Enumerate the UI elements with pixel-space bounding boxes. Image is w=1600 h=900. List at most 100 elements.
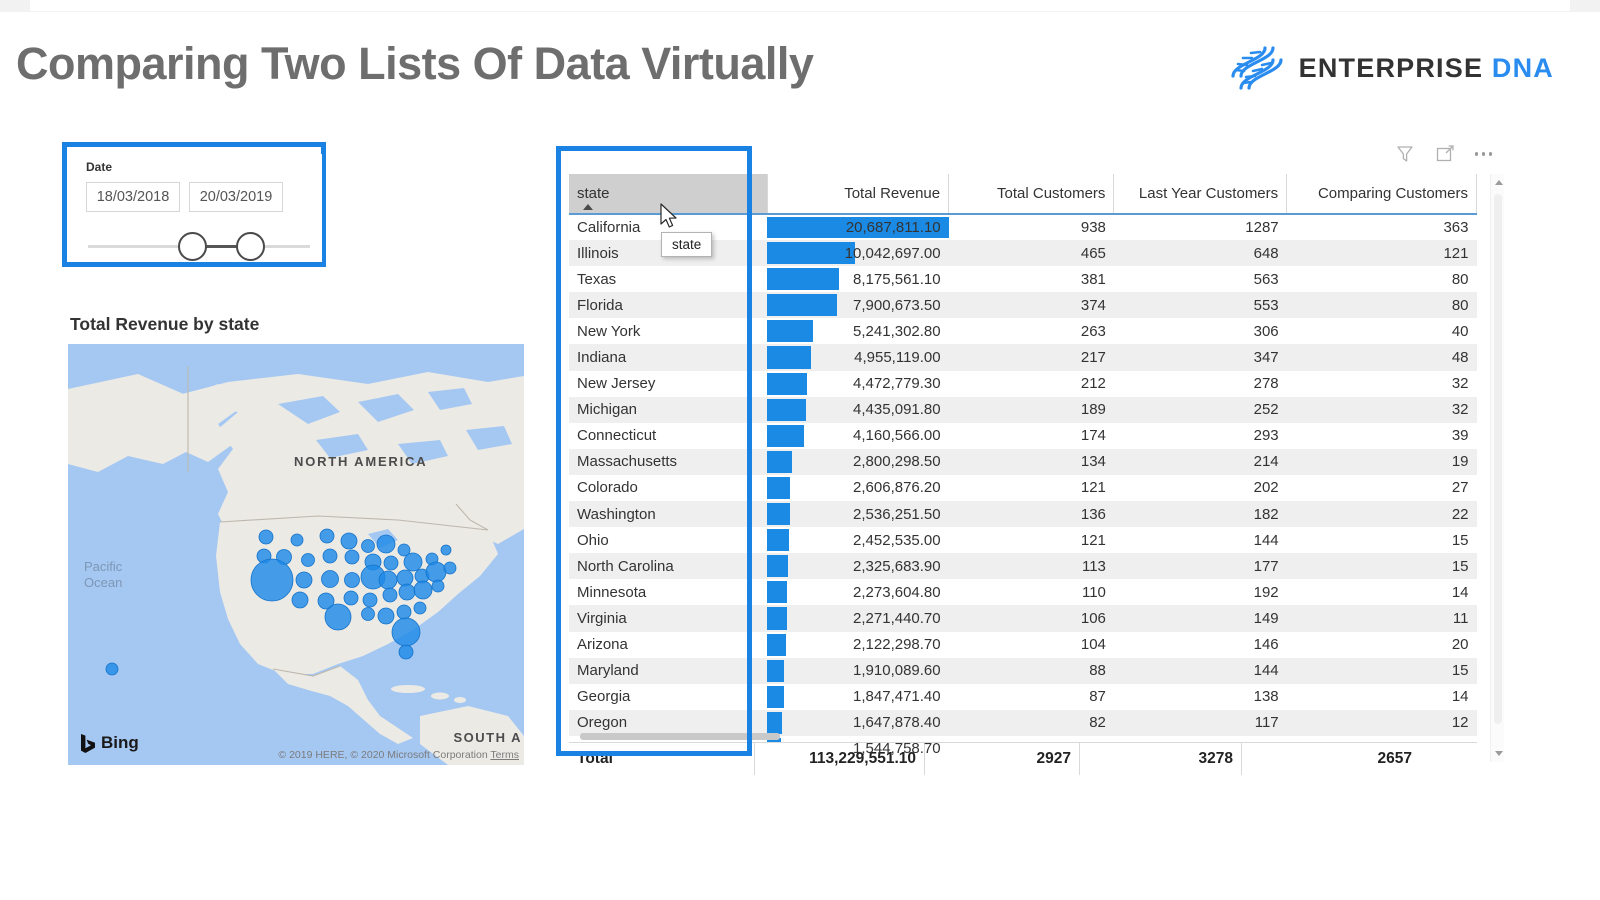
cell-total-revenue[interactable]: 2,122,298.70	[767, 632, 948, 658]
table-row[interactable]: Colorado 2,606,876.20 121 202 27	[569, 474, 1477, 502]
cell-last-year-customers[interactable]: 563	[1114, 266, 1287, 292]
table-row[interactable]: Arizona 2,122,298.70 104 146 20	[569, 631, 1477, 658]
cell-total-customers[interactable]: 136	[949, 501, 1114, 527]
table-row[interactable]: Florida 7,900,673.50 374 553 80	[569, 292, 1477, 319]
slider-handle-left[interactable]	[178, 232, 207, 261]
column-header-total-revenue[interactable]: Total Revenue	[767, 174, 950, 215]
cell-total-revenue[interactable]: 2,452,535.00	[767, 527, 948, 553]
cell-total-revenue[interactable]: 2,325,683.90	[767, 553, 948, 579]
cell-comparing-customers[interactable]: 80	[1287, 292, 1477, 318]
cell-comparing-customers[interactable]: 40	[1287, 318, 1477, 344]
table-row[interactable]: Massachusetts 2,800,298.50 134 214 19	[569, 448, 1477, 475]
cell-total-customers[interactable]: 113	[949, 553, 1114, 579]
table-row[interactable]: Oregon 1,647,878.40 82 117 12	[569, 709, 1477, 736]
cell-comparing-customers[interactable]: 80	[1287, 266, 1477, 292]
cell-state[interactable]: Maryland	[569, 658, 767, 684]
table-row[interactable]: Georgia 1,847,471.40 87 138 14	[569, 683, 1477, 710]
more-options-icon[interactable]	[1474, 144, 1492, 164]
cell-last-year-customers[interactable]: 553	[1114, 292, 1287, 318]
cell-last-year-customers[interactable]: 347	[1114, 344, 1287, 370]
cell-total-customers[interactable]: 174	[949, 423, 1114, 449]
table-row[interactable]: North Carolina 2,325,683.90 113 177 15	[569, 553, 1477, 580]
cell-total-customers[interactable]: 121	[949, 475, 1114, 501]
cell-comparing-customers[interactable]: 39	[1287, 423, 1477, 449]
cell-comparing-customers[interactable]: 12	[1287, 710, 1477, 736]
cell-state[interactable]: Virginia	[569, 605, 767, 631]
slider-handle-right[interactable]	[236, 232, 265, 261]
cell-state[interactable]: Georgia	[569, 684, 767, 710]
table-horizontal-scrollbar[interactable]	[580, 733, 780, 740]
cell-total-customers[interactable]: 263	[949, 318, 1114, 344]
cell-total-revenue[interactable]: 5,241,302.80	[767, 318, 948, 344]
cell-total-customers[interactable]: 217	[949, 344, 1114, 370]
cell-state[interactable]: Minnesota	[569, 579, 767, 605]
cell-comparing-customers[interactable]: 20	[1287, 632, 1477, 658]
table-row[interactable]: Maryland 1,910,089.60 88 144 15	[569, 657, 1477, 684]
cell-total-revenue[interactable]: 2,271,440.70	[767, 605, 948, 631]
map-terms-link[interactable]: Terms	[490, 749, 519, 761]
cell-total-customers[interactable]: 106	[949, 605, 1114, 631]
cell-total-revenue[interactable]: 1,910,089.60	[767, 658, 948, 684]
cell-comparing-customers[interactable]: 11	[1287, 605, 1477, 631]
cell-comparing-customers[interactable]: 15	[1287, 553, 1477, 579]
cell-total-customers[interactable]: 121	[949, 527, 1114, 553]
date-end-input[interactable]: 20/03/2019	[189, 182, 283, 212]
cell-total-revenue[interactable]: 1,647,878.40	[767, 710, 948, 736]
cell-last-year-customers[interactable]: 144	[1114, 658, 1287, 684]
cell-comparing-customers[interactable]: 32	[1287, 371, 1477, 397]
cell-total-revenue[interactable]: 2,273,604.80	[767, 579, 948, 605]
cell-last-year-customers[interactable]: 177	[1114, 553, 1287, 579]
cell-state[interactable]: New York	[569, 318, 767, 344]
scrollbar-thumb[interactable]	[1494, 194, 1502, 724]
cell-comparing-customers[interactable]: 363	[1287, 214, 1477, 240]
cell-last-year-customers[interactable]: 192	[1114, 579, 1287, 605]
cell-state[interactable]: New Jersey	[569, 371, 767, 397]
cell-total-revenue[interactable]: 8,175,561.10	[767, 266, 948, 292]
bing-map-canvas[interactable]: NORTH AMERICA Pacific Ocean SOUTH A Bing …	[68, 344, 524, 765]
cell-last-year-customers[interactable]: 1287	[1114, 214, 1287, 240]
cell-total-customers[interactable]: 134	[949, 449, 1114, 475]
cell-total-customers[interactable]: 82	[949, 710, 1114, 736]
cell-comparing-customers[interactable]: 48	[1287, 344, 1477, 370]
table-row[interactable]: Connecticut 4,160,566.00 174 293 39	[569, 422, 1477, 449]
table-row[interactable]: Indiana 4,955,119.00 217 347 48	[569, 344, 1477, 371]
bing-logo[interactable]: Bing	[80, 733, 139, 753]
cell-total-revenue[interactable]: 10,042,697.00	[767, 240, 948, 266]
table-row[interactable]: Minnesota 2,273,604.80 110 192 14	[569, 579, 1477, 606]
map-visual[interactable]: Total Revenue by state NORTH AMERICA Pac…	[68, 310, 524, 765]
cell-state[interactable]: Texas	[569, 266, 767, 292]
cell-total-revenue[interactable]: 2,606,876.20	[767, 475, 948, 501]
cell-last-year-customers[interactable]: 138	[1114, 684, 1287, 710]
cell-last-year-customers[interactable]: 306	[1114, 318, 1287, 344]
scroll-up-arrow-icon[interactable]	[1495, 180, 1503, 185]
table-row[interactable]: New York 5,241,302.80 263 306 40	[569, 318, 1477, 345]
table-row[interactable]: Texas 8,175,561.10 381 563 80	[569, 266, 1477, 293]
cell-state[interactable]: Oregon	[569, 710, 767, 736]
cell-total-customers[interactable]: 465	[949, 240, 1114, 266]
cell-last-year-customers[interactable]: 252	[1114, 397, 1287, 423]
cell-last-year-customers[interactable]: 648	[1114, 240, 1287, 266]
column-header-last-year-customers[interactable]: Last Year Customers	[1113, 174, 1288, 215]
cell-total-customers[interactable]: 189	[949, 397, 1114, 423]
focus-mode-icon[interactable]	[1435, 144, 1455, 164]
cell-state[interactable]: Massachusetts	[569, 449, 767, 475]
cell-total-revenue[interactable]: 4,435,091.80	[767, 397, 948, 423]
cell-total-revenue[interactable]: 2,536,251.50	[767, 501, 948, 527]
cell-comparing-customers[interactable]: 14	[1287, 579, 1477, 605]
cell-total-customers[interactable]: 938	[949, 214, 1114, 240]
cell-total-customers[interactable]: 88	[949, 658, 1114, 684]
cell-state[interactable]: Connecticut	[569, 423, 767, 449]
cell-last-year-customers[interactable]: 293	[1114, 423, 1287, 449]
cell-comparing-customers[interactable]: 15	[1287, 527, 1477, 553]
revenue-table[interactable]: state Total Revenue Total Customers Last…	[569, 174, 1477, 762]
cell-comparing-customers[interactable]: 14	[1287, 684, 1477, 710]
cell-comparing-customers[interactable]: 22	[1287, 501, 1477, 527]
cell-comparing-customers[interactable]: 121	[1287, 240, 1477, 266]
cell-state[interactable]: Ohio	[569, 527, 767, 553]
cell-total-customers[interactable]: 110	[949, 579, 1114, 605]
cell-total-customers[interactable]: 212	[949, 371, 1114, 397]
date-slicer[interactable]: Date 18/03/2018 20/03/2019	[74, 154, 322, 262]
cell-total-customers[interactable]: 374	[949, 292, 1114, 318]
cell-total-customers[interactable]: 87	[949, 684, 1114, 710]
table-row[interactable]: Michigan 4,435,091.80 189 252 32	[569, 396, 1477, 423]
